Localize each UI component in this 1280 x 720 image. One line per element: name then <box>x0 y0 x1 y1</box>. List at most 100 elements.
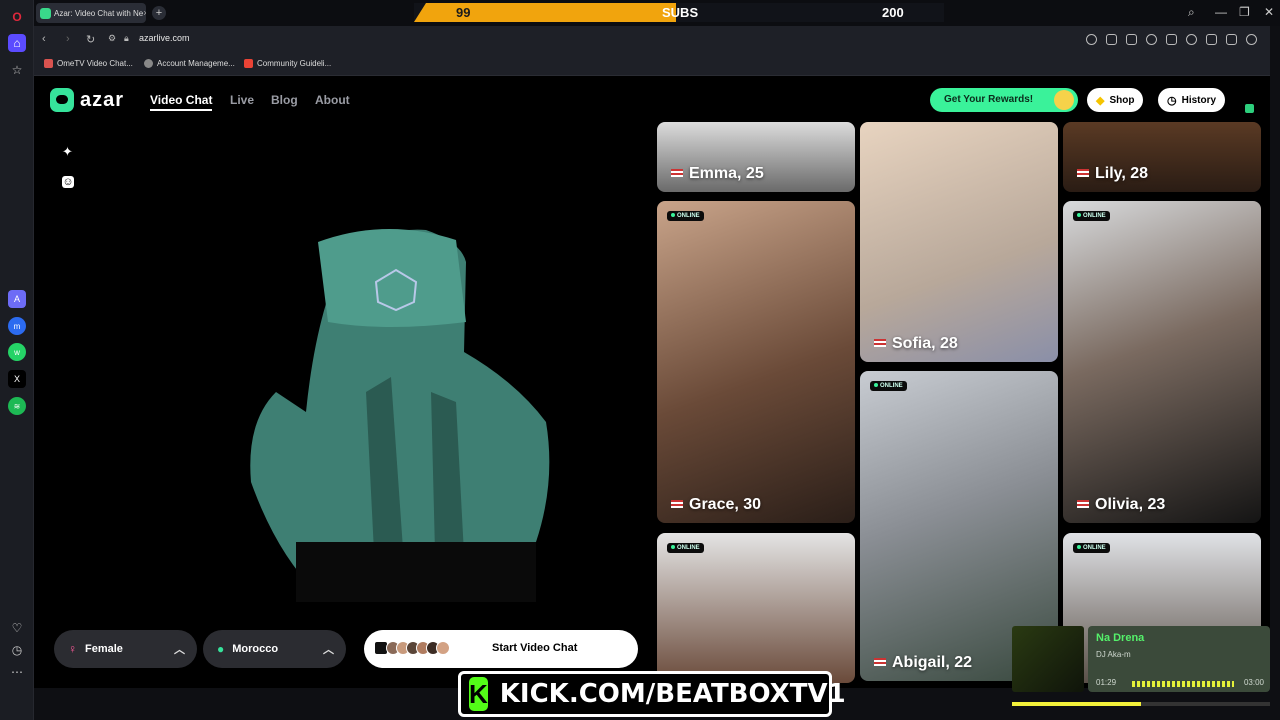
download-icon[interactable] <box>1206 34 1217 45</box>
globe-icon: ● <box>217 642 225 656</box>
profile-card-emma[interactable]: Emma, 25 <box>657 122 855 192</box>
profile-icon[interactable] <box>1246 34 1257 45</box>
bookmark-label: OmeTV Video Chat... <box>57 59 133 68</box>
shop-button[interactable]: ◆ Shop <box>1087 88 1144 112</box>
maximize-icon[interactable]: ❐ <box>1239 5 1250 19</box>
profile-card-sofia[interactable]: Sofia, 28 <box>860 122 1058 362</box>
gender-filter[interactable]: ♀ Female ︿ <box>54 630 197 668</box>
chevron-up-icon: ︿ <box>323 644 334 656</box>
subs-current: 99 <box>456 5 471 20</box>
x-icon[interactable]: X <box>8 370 26 388</box>
profile-card-lily[interactable]: Lily, 28 <box>1063 122 1261 192</box>
chevron-up-icon: ︿ <box>174 644 185 656</box>
webcam-preview: ✦ ☺ ♀ Female ︿ ● Morocco ︿ Start Video C… <box>46 122 648 680</box>
history-label: History <box>1181 94 1217 106</box>
album-art <box>1012 626 1084 692</box>
region-label: Morocco <box>232 643 279 655</box>
whatsapp-icon[interactable]: w <box>8 343 26 361</box>
rewards-label: Get Your Rewards! <box>944 94 1034 105</box>
gender-label: Female <box>85 643 123 655</box>
region-filter[interactable]: ● Morocco ︿ <box>203 630 346 668</box>
more-icon[interactable]: ⋯ <box>8 663 26 681</box>
site-settings-icon[interactable]: ⚙ <box>108 33 116 44</box>
nav-blog[interactable]: Blog <box>271 93 298 107</box>
profile-card-grace[interactable]: ONLINE Grace, 30 <box>657 201 855 523</box>
close-window-icon[interactable]: ✕ <box>1264 5 1274 19</box>
subs-goal-bar: 99 SUBS 200 <box>414 3 944 22</box>
kick-logo-icon: K <box>469 677 488 711</box>
reload-icon[interactable]: ↻ <box>86 33 95 46</box>
bookmark-guidelines[interactable]: Community Guideli... <box>244 59 331 68</box>
profile-card-partial-left[interactable]: ONLINE <box>657 533 855 683</box>
history-clock-icon[interactable]: ◷ <box>8 641 26 659</box>
play-icon[interactable] <box>1166 34 1177 45</box>
elapsed-time: 01:29 <box>1096 678 1117 687</box>
tab-azar[interactable]: Azar: Video Chat with Ne × <box>36 3 146 23</box>
bookmark-account[interactable]: Account Manageme... <box>144 59 235 68</box>
azar-logo-icon <box>50 88 74 112</box>
now-playing-panel: Na Drena DJ Aka-m 01:29 03:00 <box>1088 626 1270 692</box>
opera-logo-icon[interactable]: O <box>8 8 26 26</box>
online-badge: ONLINE <box>1073 543 1110 553</box>
profile-name-text: Emma, 25 <box>689 165 764 182</box>
messenger-icon[interactable]: m <box>8 317 26 335</box>
search-page-icon[interactable] <box>1086 34 1097 45</box>
song-artist: DJ Aka-m <box>1096 650 1131 659</box>
gaming-chair-image <box>250 228 550 602</box>
female-icon: ♀ <box>68 642 77 656</box>
new-tab-button[interactable]: + <box>152 6 166 20</box>
nav-video-chat[interactable]: Video Chat <box>150 93 213 111</box>
online-badge: ONLINE <box>870 381 907 391</box>
song-progress-fill <box>1012 702 1141 706</box>
bookmark-label: Community Guideli... <box>257 59 332 68</box>
online-text: ONLINE <box>677 545 700 551</box>
us-flag-icon <box>874 658 886 666</box>
profile-name: Sofia, 28 <box>874 335 958 353</box>
nav-about[interactable]: About <box>315 93 350 107</box>
azar-logo[interactable]: azar <box>50 88 124 112</box>
adblock-icon[interactable] <box>1146 34 1157 45</box>
address-bar-row: ‹ › ↻ ⚙ 🔒︎ azarlive.com <box>34 26 1270 54</box>
subs-goal: 200 <box>882 5 904 20</box>
edit-icon[interactable] <box>1106 34 1117 45</box>
minimize-icon[interactable]: — <box>1215 5 1227 19</box>
history-button[interactable]: ◷ History <box>1158 88 1226 112</box>
extensions-icon[interactable] <box>1226 34 1237 45</box>
subs-label: SUBS <box>662 5 699 20</box>
tab-title: Azar: Video Chat with Ne <box>54 8 144 18</box>
us-flag-icon <box>1077 500 1089 508</box>
start-label: Start Video Chat <box>492 642 578 654</box>
bookmark-ometv[interactable]: OmeTV Video Chat... <box>44 59 133 68</box>
aria-icon[interactable]: A <box>8 290 26 308</box>
rewards-button[interactable]: Get Your Rewards! <box>930 88 1078 112</box>
camera-icon[interactable] <box>1126 34 1137 45</box>
profile-name: Lily, 28 <box>1077 165 1148 183</box>
star-icon[interactable]: ☆ <box>8 61 26 79</box>
profile-card-olivia[interactable]: ONLINE Olivia, 23 <box>1063 201 1261 523</box>
profile-name: Olivia, 23 <box>1077 496 1165 514</box>
search-tabs-icon[interactable]: ⌕ <box>1188 5 1195 20</box>
azar-page: azar Video Chat Live Blog About Get Your… <box>34 76 1270 688</box>
kick-banner: K KICK.COM/BEATBOXTV1 <box>458 671 846 717</box>
clock-icon: ◷ <box>1167 94 1177 107</box>
online-badge: ONLINE <box>667 543 704 553</box>
nav-live[interactable]: Live <box>230 93 254 107</box>
spotify-icon[interactable]: ≋ <box>8 397 26 415</box>
subs-goal-fill <box>414 3 677 22</box>
back-icon[interactable]: ‹ <box>42 33 46 45</box>
bookmark-label: Account Manageme... <box>157 59 235 68</box>
close-tab-icon[interactable]: × <box>143 8 146 18</box>
heart-icon[interactable]: ♡ <box>8 619 26 637</box>
home-icon[interactable]: ⌂ <box>8 34 26 52</box>
gem-icon: ◆ <box>1096 94 1105 107</box>
online-badge: ONLINE <box>667 211 704 221</box>
ometv-icon <box>44 59 53 68</box>
forward-icon[interactable]: › <box>66 33 70 45</box>
favorite-icon[interactable] <box>1186 34 1197 45</box>
gift-icon <box>1054 90 1074 110</box>
online-text: ONLINE <box>1083 213 1106 219</box>
start-video-chat-button[interactable]: Start Video Chat <box>364 630 638 668</box>
url-field[interactable]: azarlive.com <box>139 33 190 43</box>
profile-name: Emma, 25 <box>671 165 764 183</box>
avatar <box>436 641 450 655</box>
